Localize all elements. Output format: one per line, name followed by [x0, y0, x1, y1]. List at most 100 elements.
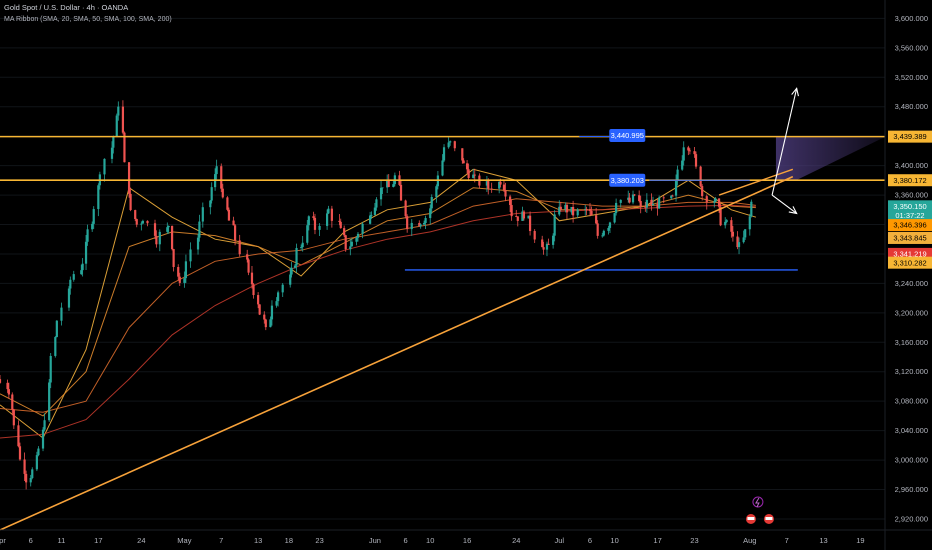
candle-body — [645, 199, 648, 208]
candle-body — [725, 220, 728, 222]
candle-body — [595, 215, 598, 224]
candle-body — [547, 243, 550, 245]
callout-label: 3,380.203 — [611, 176, 644, 185]
callout-label: 3,440.995 — [611, 131, 644, 140]
candle-body — [694, 154, 698, 167]
candle-body — [250, 272, 254, 285]
candle-body — [435, 186, 438, 197]
candle-body — [467, 169, 470, 178]
candle-body — [713, 201, 716, 203]
candle-body — [307, 216, 310, 226]
candle-body — [638, 195, 641, 202]
candle-body — [220, 166, 223, 189]
candle-body — [724, 221, 727, 226]
candle-body — [355, 237, 358, 242]
time-tick-label: 6 — [29, 536, 33, 545]
time-tick-label: 18 — [285, 536, 293, 545]
candle-body — [252, 284, 255, 296]
candle-body — [86, 229, 89, 242]
candle-body — [473, 174, 476, 176]
candle-body — [60, 307, 63, 321]
candle-body — [158, 231, 161, 245]
price-tag-label: 3,350.150 — [893, 202, 926, 211]
candle-body — [349, 246, 352, 250]
symbol-title[interactable]: Gold Spot / U.S. Dollar · 4h · OANDA — [4, 3, 128, 12]
candle-body — [184, 261, 188, 279]
price-tick-label: 3,560.000 — [895, 43, 928, 52]
candle-body — [301, 242, 304, 248]
candle-body — [404, 200, 407, 217]
candle-body — [399, 184, 403, 201]
price-chart[interactable]: 3,440.995 3,380.203 2,920.000 2,960.000 3,0… — [0, 0, 932, 550]
candle-body — [23, 459, 26, 474]
us-flag-stripe — [765, 517, 773, 520]
candle-body — [392, 184, 395, 187]
candle-body — [210, 187, 213, 201]
candle-body — [177, 267, 180, 277]
candle-body — [522, 211, 526, 219]
candle-body — [295, 247, 298, 266]
candle-body — [55, 320, 58, 338]
candle-body — [651, 203, 655, 206]
candle-body — [134, 210, 137, 220]
candle-body — [730, 220, 733, 232]
time-tick-label: Jul — [554, 536, 564, 545]
candle-body — [344, 235, 347, 250]
candle-body — [742, 237, 745, 243]
price-tick-label: 3,040.000 — [895, 426, 928, 435]
candle-body — [533, 231, 536, 240]
time-tick-label: 7 — [785, 536, 789, 545]
candle-body — [227, 209, 231, 221]
candle-body — [590, 210, 593, 216]
candle-body — [588, 209, 592, 211]
candle-body — [264, 319, 267, 328]
price-tick-label: 3,000.000 — [895, 456, 928, 465]
candle-body — [608, 222, 612, 228]
candle-body — [607, 227, 610, 231]
candle-body — [424, 218, 427, 223]
candle-body — [189, 249, 192, 262]
candle-body — [676, 169, 679, 181]
candle-body — [504, 190, 507, 197]
indicator-legend[interactable]: MA Ribbon (SMA, 20, SMA, 50, SMA, 100, S… — [4, 16, 172, 23]
price-tick-label: 2,920.000 — [895, 514, 928, 523]
candle-body — [18, 446, 22, 460]
candle-body — [233, 225, 237, 241]
candle-body — [135, 219, 138, 225]
candle-body — [232, 220, 235, 226]
candle-body — [422, 222, 426, 225]
candle-body — [419, 224, 422, 227]
time-tick-label: 24 — [137, 536, 145, 545]
candle-body — [750, 201, 753, 217]
candle-body — [410, 222, 413, 230]
candle-body — [379, 187, 383, 200]
candle-body — [615, 202, 618, 214]
candle-body — [671, 195, 674, 197]
candle-body — [602, 230, 605, 236]
candle-body — [737, 242, 741, 248]
candle-body — [619, 199, 622, 203]
candle-body — [662, 197, 665, 199]
us-flag-stripe — [747, 517, 755, 520]
candle-body — [717, 198, 721, 207]
candle-body — [731, 231, 734, 237]
candle-body — [37, 448, 40, 456]
candle-body — [453, 141, 456, 149]
candle-body — [209, 200, 212, 208]
candle-body — [559, 206, 562, 210]
candle-body — [270, 305, 274, 320]
candle-body — [129, 193, 132, 211]
candle-body — [361, 223, 364, 234]
candle-body — [338, 220, 341, 222]
price-tick-label: 3,600.000 — [895, 14, 928, 23]
candle-body — [509, 196, 512, 206]
candle-body — [687, 147, 690, 151]
candle-body — [221, 188, 224, 198]
time-tick-label: 10 — [426, 536, 434, 545]
candle-body — [247, 259, 250, 273]
candle-body — [748, 216, 751, 230]
candle-body — [11, 394, 14, 410]
candle-body — [699, 166, 702, 187]
candle-body — [658, 197, 661, 209]
candle-body — [49, 355, 52, 383]
